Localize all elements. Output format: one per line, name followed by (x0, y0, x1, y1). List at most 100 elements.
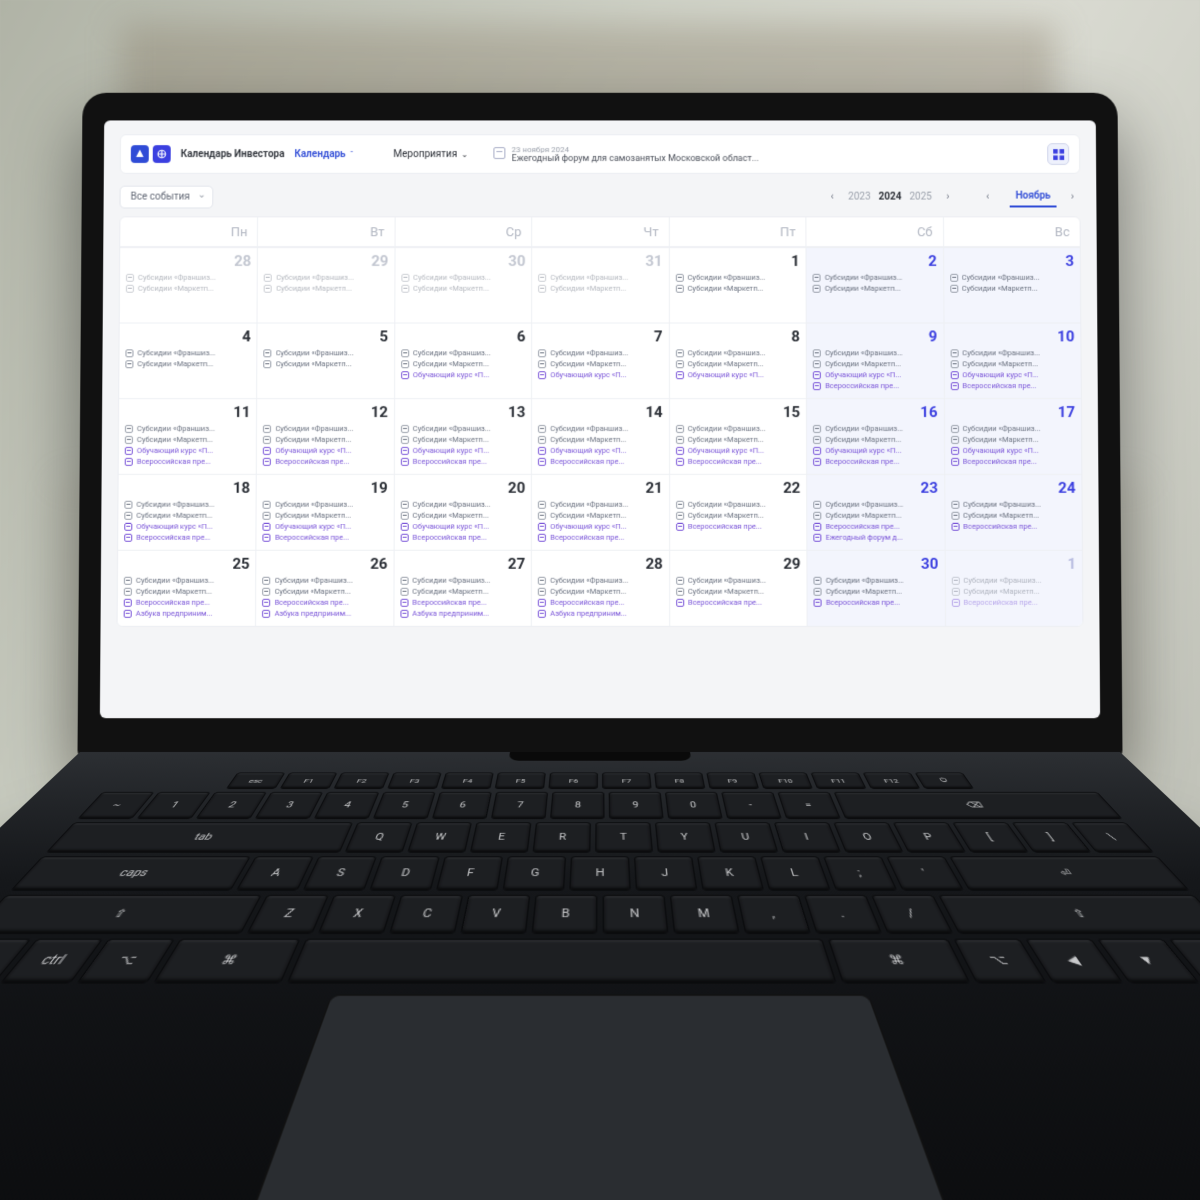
calendar-event[interactable]: Всероссийская пре... (538, 533, 663, 542)
calendar-event[interactable]: Всероссийская пре... (676, 457, 801, 466)
calendar-event[interactable]: Азбука предприним... (400, 609, 525, 618)
calendar-event[interactable]: Субсидии «Маркетп... (813, 511, 938, 520)
calendar-event[interactable]: Субсидии «Маркетп... (676, 435, 800, 444)
calendar-cell[interactable]: 10Субсидии «Франшиз...Субсидии «Маркетп.… (943, 323, 1081, 399)
calendar-event[interactable]: Всероссийская пре... (401, 457, 526, 466)
calendar-cell[interactable]: 5Субсидии «Франшиз...Субсидии «Маркетп..… (257, 323, 395, 399)
calendar-event[interactable]: Субсидии «Маркетп... (538, 359, 662, 368)
calendar-event[interactable]: Всероссийская пре... (124, 598, 250, 607)
calendar-event[interactable]: Субсидии «Маркетп... (676, 587, 801, 596)
calendar-event[interactable]: Всероссийская пре... (951, 522, 1076, 531)
calendar-event[interactable]: Субсидии «Франшиз... (125, 348, 250, 357)
month-next-button[interactable]: › (1064, 189, 1080, 205)
nav-events[interactable]: Мероприятия ⌄ (393, 149, 468, 160)
calendar-cell[interactable]: 22Субсидии «Франшиз...Субсидии «Маркетп.… (669, 474, 807, 550)
calendar-event[interactable]: Субсидии «Франшиз... (263, 576, 388, 585)
calendar-event[interactable]: Субсидии «Франшиз... (264, 348, 388, 357)
calendar-event[interactable]: Субсидии «Маркетп... (950, 359, 1074, 368)
calendar-event[interactable]: Субсидии «Франшиз... (950, 273, 1074, 282)
calendar-event[interactable]: Субсидии «Франшиз... (676, 348, 800, 357)
calendar-cell[interactable]: 29Субсидии «Франшиз...Субсидии «Маркетп.… (669, 550, 807, 626)
calendar-cell[interactable]: 3Субсидии «Франшиз...Субсидии «Маркетп..… (943, 247, 1081, 322)
calendar-event[interactable]: Азбука предприним... (124, 609, 250, 618)
calendar-event[interactable]: Субсидии «Франшиз... (538, 348, 662, 357)
calendar-event[interactable]: Обучающий курс «П... (538, 446, 662, 455)
calendar-event[interactable]: Субсидии «Франшиз... (538, 273, 662, 282)
calendar-event[interactable]: Азбука предприним... (262, 609, 387, 618)
event-type-filter[interactable]: Все события (120, 186, 213, 209)
calendar-cell[interactable]: 31Субсидии «Франшиз...Субсидии «Маркетп.… (531, 247, 668, 322)
calendar-event[interactable]: Всероссийская пре... (951, 457, 1076, 466)
calendar-event[interactable]: Обучающий курс «П... (813, 370, 937, 379)
calendar-event[interactable]: Субсидии «Маркетп... (263, 435, 387, 444)
calendar-event[interactable]: Субсидии «Маркетп... (126, 284, 251, 293)
calendar-event[interactable]: Субсидии «Маркетп... (401, 284, 525, 293)
calendar-event[interactable]: Обучающий курс «П... (125, 446, 251, 455)
calendar-event[interactable]: Обучающий курс «П... (263, 522, 388, 531)
calendar-event[interactable]: Субсидии «Франшиз... (676, 500, 801, 509)
calendar-event[interactable]: Субсидии «Маркетп... (676, 359, 800, 368)
calendar-event[interactable]: Всероссийская пре... (814, 598, 939, 607)
calendar-event[interactable]: Субсидии «Франшиз... (125, 424, 250, 433)
calendar-event[interactable]: Субсидии «Маркетп... (676, 511, 801, 520)
calendar-event[interactable]: Субсидии «Маркетп... (814, 587, 939, 596)
year-next-button[interactable]: › (940, 189, 956, 205)
calendar-event[interactable]: Субсидии «Франшиз... (813, 348, 937, 357)
calendar-event[interactable]: Субсидии «Маркетп... (950, 284, 1074, 293)
calendar-event[interactable]: Ежегодный форум д... (813, 533, 938, 542)
year-option-2025[interactable]: 2025 (909, 192, 931, 203)
calendar-event[interactable]: Субсидии «Франшиз... (538, 576, 663, 585)
view-grid-button[interactable] (1047, 143, 1069, 165)
calendar-event[interactable]: Субсидии «Маркетп... (264, 284, 388, 293)
calendar-cell[interactable]: 24Субсидии «Франшиз...Субсидии «Маркетп.… (944, 474, 1082, 550)
calendar-event[interactable]: Всероссийская пре... (124, 533, 250, 542)
calendar-event[interactable]: Субсидии «Франшиз... (813, 273, 937, 282)
calendar-event[interactable]: Всероссийская пре... (538, 457, 662, 466)
calendar-cell[interactable]: 11Субсидии «Франшиз...Субсидии «Маркетп.… (119, 398, 257, 474)
calendar-event[interactable]: Субсидии «Маркетп... (813, 284, 937, 293)
calendar-event[interactable]: Субсидии «Маркетп... (124, 511, 250, 520)
calendar-event[interactable]: Обучающий курс «П... (401, 446, 526, 455)
calendar-cell[interactable]: 8Субсидии «Франшиз...Субсидии «Маркетп..… (669, 323, 806, 399)
calendar-cell[interactable]: 15Субсидии «Франшиз...Субсидии «Маркетп.… (669, 398, 807, 474)
calendar-event[interactable]: Всероссийская пре... (263, 457, 388, 466)
calendar-event[interactable]: Обучающий курс «П... (124, 522, 250, 531)
calendar-event[interactable]: Субсидии «Маркетп... (401, 511, 526, 520)
year-prev-button[interactable]: ‹ (824, 189, 840, 205)
nav-calendar[interactable]: Календарь ˆ (294, 149, 353, 160)
calendar-cell[interactable]: 14Субсидии «Франшиз...Субсидии «Маркетп.… (531, 398, 669, 474)
calendar-event[interactable]: Субсидии «Маркетп... (124, 587, 250, 596)
calendar-cell[interactable]: 29Субсидии «Франшиз...Субсидии «Маркетп.… (257, 247, 394, 322)
calendar-cell[interactable]: 28Субсидии «Франшиз...Субсидии «Маркетп.… (120, 247, 258, 322)
calendar-cell[interactable]: 7Субсидии «Франшиз...Субсидии «Маркетп..… (531, 323, 668, 399)
year-option-2024[interactable]: 2024 (879, 192, 902, 203)
year-option-2023[interactable]: 2023 (848, 192, 870, 203)
calendar-event[interactable]: Обучающий курс «П... (401, 370, 525, 379)
calendar-cell[interactable]: 1Субсидии «Франшиз...Субсидии «Маркетп..… (669, 247, 806, 322)
calendar-event[interactable]: Всероссийская пре... (400, 598, 525, 607)
calendar-cell[interactable]: 18Субсидии «Франшиз...Субсидии «Маркетп.… (118, 474, 256, 550)
calendar-event[interactable]: Субсидии «Маркетп... (813, 435, 937, 444)
calendar-event[interactable]: Обучающий курс «П... (813, 446, 938, 455)
calendar-event[interactable]: Всероссийская пре... (813, 457, 938, 466)
calendar-event[interactable]: Обучающий курс «П... (950, 370, 1074, 379)
calendar-event[interactable]: Субсидии «Маркетп... (538, 284, 662, 293)
calendar-event[interactable]: Всероссийская пре... (813, 381, 937, 390)
calendar-event[interactable]: Субсидии «Франшиз... (813, 500, 938, 509)
calendar-event[interactable]: Обучающий курс «П... (538, 522, 663, 531)
calendar-event[interactable]: Субсидии «Франшиз... (401, 500, 526, 509)
calendar-event[interactable]: Субсидии «Франшиз... (124, 576, 250, 585)
calendar-event[interactable]: Субсидии «Франшиз... (951, 500, 1076, 509)
calendar-cell[interactable]: 30Субсидии «Франшиз...Субсидии «Маркетп.… (394, 247, 531, 322)
calendar-cell[interactable]: 30Субсидии «Франшиз...Субсидии «Маркетп.… (807, 550, 945, 626)
calendar-event[interactable]: Субсидии «Маркетп... (401, 359, 525, 368)
calendar-event[interactable]: Обучающий курс «П... (676, 370, 800, 379)
month-prev-button[interactable]: ‹ (980, 189, 996, 205)
calendar-event[interactable]: Субсидии «Франшиз... (400, 576, 525, 585)
calendar-event[interactable]: Всероссийская пре... (263, 598, 388, 607)
calendar-cell[interactable]: 17Субсидии «Франшиз...Субсидии «Маркетп.… (943, 398, 1081, 474)
calendar-event[interactable]: Субсидии «Франшиз... (950, 348, 1074, 357)
calendar-event[interactable]: Субсидии «Маркетп... (951, 511, 1076, 520)
calendar-event[interactable]: Всероссийская пре... (813, 522, 938, 531)
calendar-cell[interactable]: 28Субсидии «Франшиз...Субсидии «Маркетп.… (531, 550, 669, 626)
